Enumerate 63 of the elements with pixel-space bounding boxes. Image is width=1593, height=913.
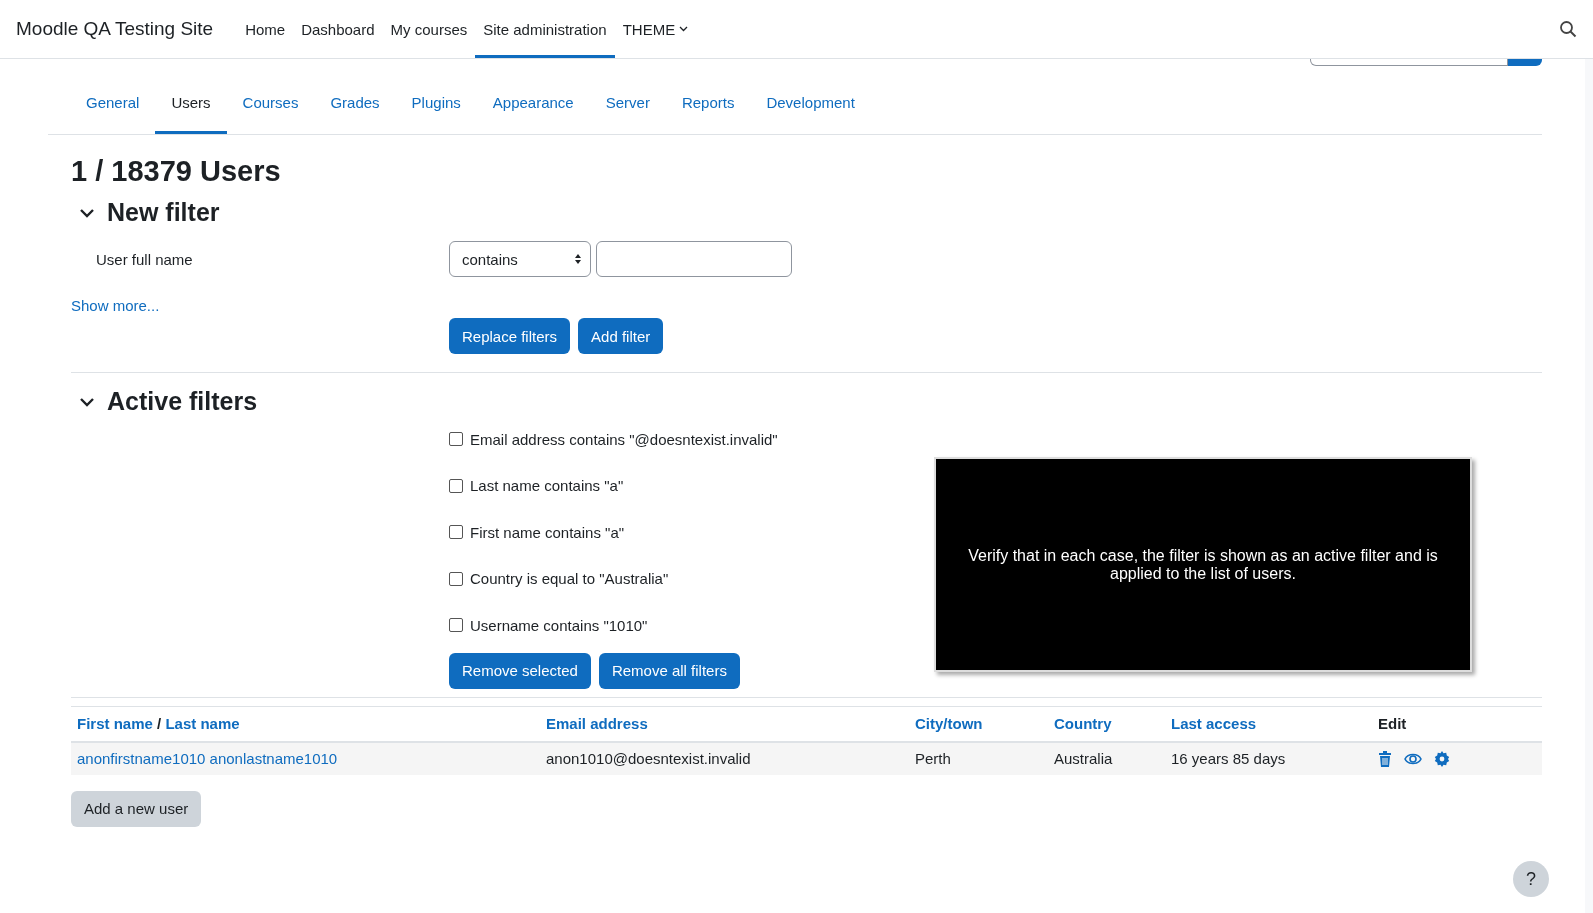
- user-name-link[interactable]: anonfirstname1010 anonlastname1010: [77, 750, 546, 767]
- column-sort-link[interactable]: Last access: [1171, 715, 1257, 732]
- table-cell-text: anon1010@doesntexist.invalid: [546, 750, 752, 767]
- column-sort-link[interactable]: Email address: [546, 715, 648, 732]
- add-user-button[interactable]: Add a new user: [71, 790, 202, 827]
- show-more-link[interactable]: Show more...: [71, 297, 160, 314]
- text-field[interactable]: [596, 241, 792, 277]
- admin-tab[interactable]: Courses: [226, 76, 315, 134]
- field-label: User full name: [95, 250, 194, 268]
- search-button[interactable]: [1508, 58, 1542, 66]
- filter-button[interactable]: Remove selected: [449, 652, 591, 689]
- caret-icon: [679, 26, 689, 32]
- admin-tab[interactable]: Development: [750, 76, 871, 134]
- admin-tab[interactable]: Appearance: [476, 76, 590, 134]
- column-sort-link[interactable]: First name: [77, 715, 153, 732]
- gear-icon[interactable]: [1434, 750, 1450, 767]
- sort-caret-icon: [574, 253, 582, 265]
- site-name: Moodle QA Testing Site: [16, 18, 214, 40]
- checkbox-label: Username contains "1010": [470, 616, 648, 634]
- page-heading: 1 / 18379 Users: [71, 155, 282, 188]
- section-heading: New filter: [107, 198, 220, 227]
- admin-tab[interactable]: General: [70, 76, 156, 134]
- admin-tab[interactable]: Server: [589, 76, 666, 134]
- nav-link[interactable]: Dashboard: [293, 0, 383, 58]
- nav-link[interactable]: Site administration: [475, 0, 615, 58]
- admin-tab[interactable]: Grades: [314, 76, 396, 134]
- checkbox[interactable]: [449, 571, 463, 586]
- nav-link[interactable]: Home: [237, 0, 294, 58]
- checkbox[interactable]: [449, 525, 463, 540]
- filter-button[interactable]: Add filter: [578, 318, 664, 354]
- search-icon[interactable]: [1559, 20, 1577, 38]
- filter-button[interactable]: Replace filters: [449, 318, 571, 354]
- chevron-down-icon[interactable]: [79, 206, 95, 219]
- checkbox[interactable]: [449, 618, 463, 633]
- column-sort-link[interactable]: Last name: [165, 715, 240, 732]
- checkbox[interactable]: [449, 478, 463, 493]
- filter-button[interactable]: Remove all filters: [598, 652, 740, 689]
- eye-icon[interactable]: [1404, 751, 1422, 766]
- checkbox[interactable]: [449, 432, 463, 447]
- checkbox-label: First name contains "a": [470, 523, 625, 541]
- trash-icon[interactable]: [1378, 750, 1392, 767]
- nav-menu[interactable]: THEME: [614, 0, 697, 58]
- separator: /: [156, 715, 163, 732]
- scrollbar[interactable]: [1585, 58, 1593, 913]
- table-cell-text: 16 years 85 days: [1171, 750, 1287, 767]
- column-header: Edit: [1378, 715, 1408, 732]
- column-sort-link[interactable]: City/town: [915, 715, 983, 732]
- checkbox-label: Email address contains "@doesntexist.invalid": [470, 430, 778, 448]
- admin-tab[interactable]: Users: [155, 76, 227, 134]
- table-cell-text: Perth: [915, 750, 952, 767]
- column-sort-link[interactable]: Country: [1054, 715, 1112, 732]
- operator-select[interactable]: contains: [449, 241, 591, 277]
- help-button[interactable]: ?: [1513, 861, 1549, 897]
- admin-tab[interactable]: Plugins: [395, 76, 477, 134]
- checkbox-label: Country is equal to "Australia": [470, 570, 669, 588]
- caption-text: Verify that in each case, the filter is shown as an active filter and is applied to the list of users.: [968, 546, 1438, 583]
- checkbox-label: Last name contains "a": [470, 477, 624, 495]
- nav-link[interactable]: My courses: [382, 0, 476, 58]
- section-heading: Active filters: [107, 387, 258, 416]
- search-field[interactable]: [1310, 58, 1508, 66]
- table-cell-text: Australia: [1054, 750, 1114, 767]
- admin-tab[interactable]: Reports: [665, 76, 751, 134]
- chevron-down-icon[interactable]: [79, 395, 95, 408]
